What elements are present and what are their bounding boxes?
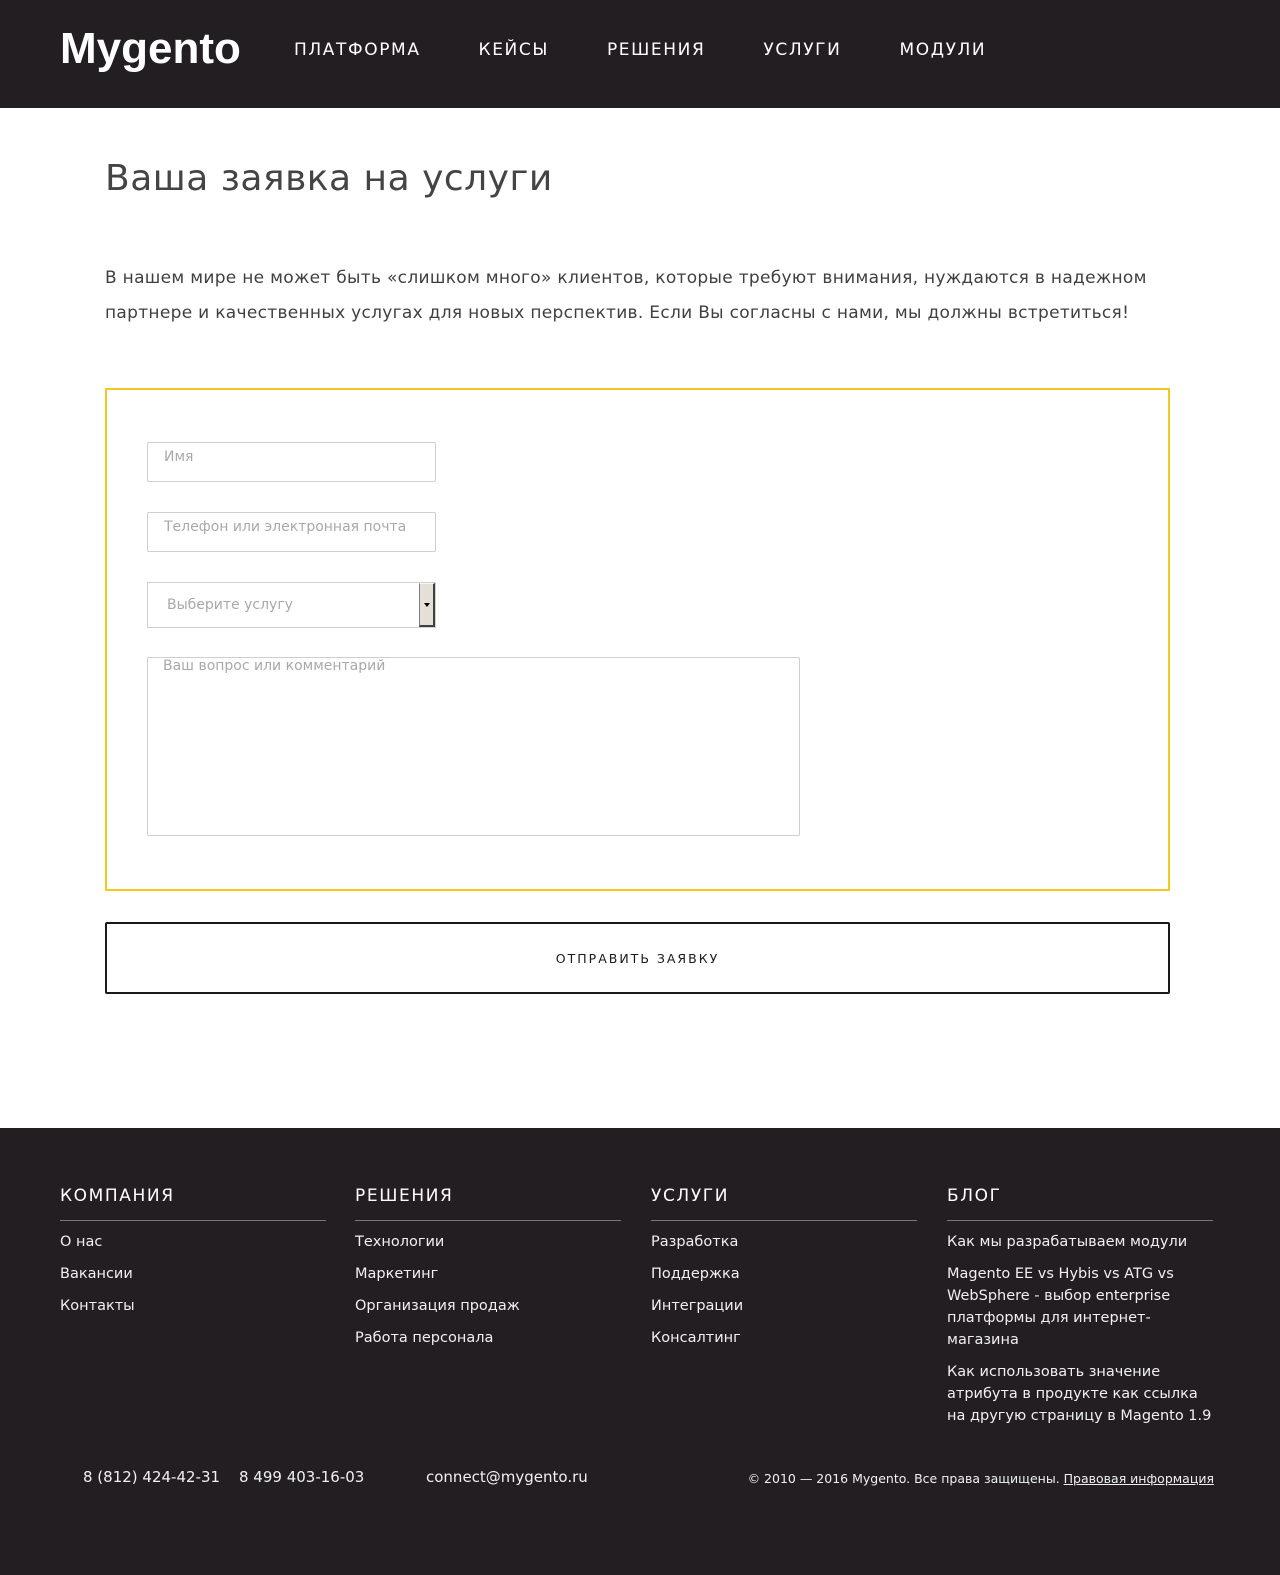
nav-services[interactable]: УСЛУГИ [763, 40, 841, 60]
footer-col-blog: БЛОГ Как мы разрабатываем модули Magento… [947, 1186, 1213, 1437]
footer-col-solutions: РЕШЕНИЯ Технологии Маркетинг Организация… [355, 1186, 621, 1359]
service-select-value: Выберите услугу [167, 597, 293, 613]
page-title: Ваша заявка на услуги [105, 158, 553, 199]
comment-textarea[interactable] [147, 657, 800, 836]
nav-cases[interactable]: КЕЙСЫ [479, 40, 549, 60]
copyright-text: © 2010 — 2016 Mygento. Все права защищен… [747, 1471, 1060, 1486]
nav-solutions[interactable]: РЕШЕНИЯ [607, 40, 705, 60]
name-input[interactable] [147, 442, 436, 482]
footer-link-marketing[interactable]: Маркетинг [355, 1263, 621, 1285]
site-header: Mygento ПЛАТФОРМА КЕЙСЫ РЕШЕНИЯ УСЛУГИ М… [0, 0, 1280, 108]
main-nav: ПЛАТФОРМА КЕЙСЫ РЕШЕНИЯ УСЛУГИ МОДУЛИ [294, 40, 1044, 60]
footer-email[interactable]: connect@mygento.ru [426, 1468, 588, 1486]
site-footer: КОМПАНИЯ О нас Вакансии Контакты РЕШЕНИЯ… [0, 1128, 1280, 1575]
footer-link-sales[interactable]: Организация продаж [355, 1295, 621, 1317]
footer-heading: РЕШЕНИЯ [355, 1186, 621, 1221]
footer-blog-post[interactable]: Как мы разрабатываем модули [947, 1231, 1213, 1253]
select-dropdown-button[interactable] [419, 583, 435, 627]
chevron-down-icon [424, 603, 430, 607]
footer-col-services: УСЛУГИ Разработка Поддержка Интеграции К… [651, 1186, 917, 1359]
footer-heading: БЛОГ [947, 1186, 1213, 1221]
footer-link-contacts[interactable]: Контакты [60, 1295, 326, 1317]
nav-modules[interactable]: МОДУЛИ [899, 40, 986, 60]
intro-text: В нашем мире не может быть «слишком мног… [105, 268, 1147, 323]
footer-link-about[interactable]: О нас [60, 1231, 326, 1253]
service-select[interactable]: Выберите услугу [147, 582, 436, 628]
footer-blog-post[interactable]: Как использовать значение атрибута в про… [947, 1361, 1213, 1427]
main-content: Ваша заявка на услуги В нашем мире не мо… [0, 108, 1280, 1133]
nav-platform[interactable]: ПЛАТФОРМА [294, 40, 421, 60]
footer-link-vacancies[interactable]: Вакансии [60, 1263, 326, 1285]
request-form: Выберите услугу [105, 388, 1170, 891]
footer-phone-spb[interactable]: 8 (812) 424-42-31 [83, 1468, 220, 1486]
footer-blog-post[interactable]: Magento EE vs Hybis vs ATG vs WebSphere … [947, 1263, 1213, 1351]
footer-copyright: © 2010 — 2016 Mygento. Все права защищен… [748, 1471, 1214, 1486]
footer-heading: КОМПАНИЯ [60, 1186, 326, 1221]
footer-col-company: КОМПАНИЯ О нас Вакансии Контакты [60, 1186, 326, 1327]
footer-link-staff[interactable]: Работа персонала [355, 1327, 621, 1349]
footer-link-integrations[interactable]: Интеграции [651, 1295, 917, 1317]
footer-link-support[interactable]: Поддержка [651, 1263, 917, 1285]
legal-info-link[interactable]: Правовая информация [1064, 1471, 1214, 1486]
submit-button[interactable]: ОТПРАВИТЬ ЗАЯВКУ [105, 922, 1170, 994]
footer-link-development[interactable]: Разработка [651, 1231, 917, 1253]
footer-link-technologies[interactable]: Технологии [355, 1231, 621, 1253]
logo[interactable]: Mygento [60, 24, 241, 74]
footer-heading: УСЛУГИ [651, 1186, 917, 1221]
contact-input[interactable] [147, 512, 436, 552]
footer-phone-msk[interactable]: 8 499 403-16-03 [239, 1468, 364, 1486]
footer-link-consulting[interactable]: Консалтинг [651, 1327, 917, 1349]
